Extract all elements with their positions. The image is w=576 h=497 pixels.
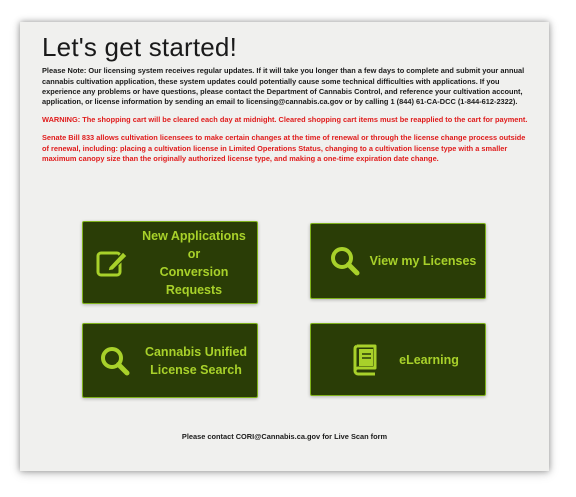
view-my-licenses-button[interactable]: View my Licenses (310, 223, 486, 299)
footer-prefix: Please contact (181, 432, 236, 441)
page-title: Let's get started! (42, 32, 238, 62)
footer-suffix: for Live Scan form (320, 432, 388, 441)
elearning-button[interactable]: eLearning (310, 323, 486, 396)
edit-icon (83, 248, 141, 278)
view-my-licenses-label: View my Licenses (369, 254, 477, 268)
license-search-label-1: Cannabis Unified (144, 344, 248, 359)
cori-email-link[interactable]: CORI@Cannabis.ca.gov (236, 432, 320, 441)
book-icon (341, 344, 389, 376)
senate-bill-notice: Senate Bill 833 allows cultivation licen… (42, 133, 526, 163)
licensing-note: Please Note: Our licensing system receiv… (42, 66, 525, 106)
main-panel: Let's get started! Please Note: Our lice… (20, 22, 549, 471)
live-scan-footer: Please contact CORI@Cannabis.ca.gov for … (20, 432, 549, 441)
elearning-label: eLearning (399, 352, 459, 367)
search-icon (89, 345, 141, 377)
license-search-button[interactable]: Cannabis Unified License Search (82, 323, 258, 398)
search-icon (321, 245, 369, 277)
new-applications-label-2: or (187, 246, 201, 261)
new-applications-label-1: New Applications (142, 228, 246, 243)
cart-warning: WARNING: The shopping cart will be clear… (42, 115, 528, 125)
new-applications-label-4: Requests (165, 282, 223, 297)
license-search-label-2: License Search (150, 362, 242, 377)
new-applications-label-3: Conversion (159, 264, 229, 279)
new-applications-button[interactable]: New Applications or Conversion Requests (82, 221, 258, 304)
